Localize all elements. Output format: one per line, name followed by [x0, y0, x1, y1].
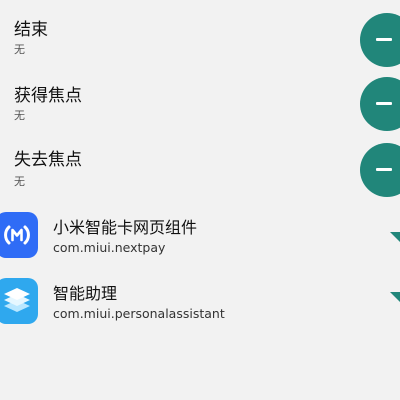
app-name: 小米智能卡网页组件 — [53, 218, 198, 237]
expand-indicator-icon — [390, 232, 400, 242]
app-item-personal-assistant[interactable]: 智能助理 com.miui.personalassistant — [0, 272, 400, 332]
remove-event-button[interactable] — [360, 13, 400, 67]
event-row-lose-focus: 失去焦点 无 — [0, 132, 400, 198]
stacked-layers-icon — [0, 278, 38, 324]
remove-event-button[interactable] — [360, 77, 400, 131]
event-title: 结束 — [14, 20, 48, 40]
minus-icon — [376, 38, 392, 41]
event-row-gain-focus: 获得焦点 无 — [0, 66, 400, 132]
event-subtitle: 无 — [14, 109, 25, 122]
event-title: 失去焦点 — [14, 150, 82, 170]
nfc-wallet-icon-glyph — [4, 225, 30, 245]
expand-indicator-icon — [390, 292, 400, 302]
event-subtitle: 无 — [14, 43, 25, 56]
app-name: 智能助理 — [53, 284, 118, 303]
minus-icon — [376, 102, 392, 105]
app-item-nextpay[interactable]: 小米智能卡网页组件 com.miui.nextpay — [0, 208, 400, 268]
minus-icon — [376, 168, 392, 171]
app-package: com.miui.personalassistant — [53, 306, 225, 321]
event-title: 获得焦点 — [14, 86, 82, 106]
event-row-end: 结束 无 — [0, 0, 400, 67]
app-package: com.miui.nextpay — [53, 240, 166, 255]
nfc-wallet-icon — [0, 212, 38, 258]
stacked-layers-icon-glyph — [4, 288, 30, 312]
remove-event-button[interactable] — [360, 143, 400, 197]
event-subtitle: 无 — [14, 175, 25, 188]
